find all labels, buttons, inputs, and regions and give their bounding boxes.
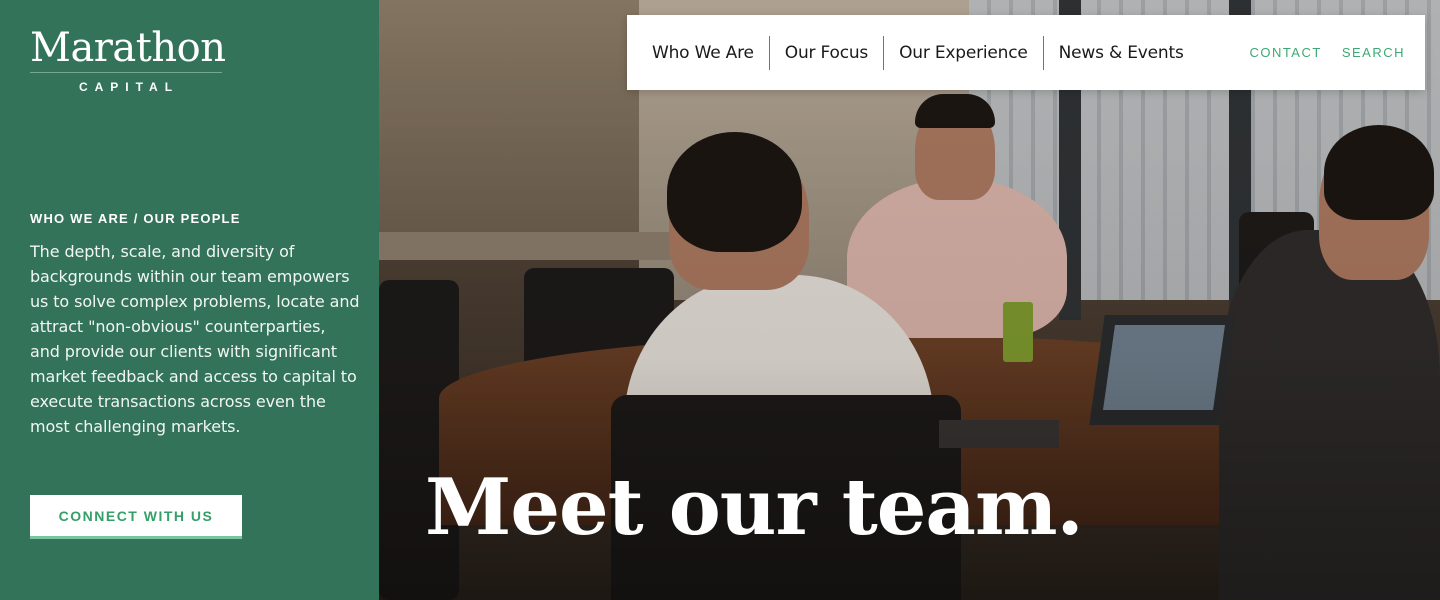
- contact-link[interactable]: CONTACT: [1249, 45, 1321, 60]
- search-link[interactable]: SEARCH: [1342, 45, 1405, 60]
- nav-item-our-focus[interactable]: Our Focus: [770, 36, 883, 70]
- section-eyebrow: WHO WE ARE / OUR PEOPLE: [30, 211, 241, 226]
- nav-item-news-events[interactable]: News & Events: [1044, 36, 1199, 70]
- connect-with-us-button[interactable]: CONNECT WITH US: [30, 495, 242, 539]
- primary-nav: Who We Are Our Focus Our Experience News…: [627, 15, 1199, 90]
- sidebar-panel: Marathon CAPITAL WHO WE ARE / OUR PEOPLE…: [0, 0, 379, 600]
- utility-nav: CONTACT SEARCH: [1249, 45, 1425, 60]
- nav-item-our-experience[interactable]: Our Experience: [884, 36, 1043, 70]
- logo[interactable]: Marathon CAPITAL: [30, 25, 226, 94]
- nav-item-who-we-are[interactable]: Who We Are: [637, 36, 769, 70]
- hero-headline: Meet our team.: [425, 462, 1084, 553]
- logo-wordmark: Marathon: [30, 25, 226, 71]
- logo-divider: [30, 72, 222, 73]
- intro-paragraph: The depth, scale, and diversity of backg…: [30, 242, 360, 436]
- logo-subtitle: CAPITAL: [78, 80, 180, 94]
- main-navigation: Who We Are Our Focus Our Experience News…: [627, 15, 1425, 90]
